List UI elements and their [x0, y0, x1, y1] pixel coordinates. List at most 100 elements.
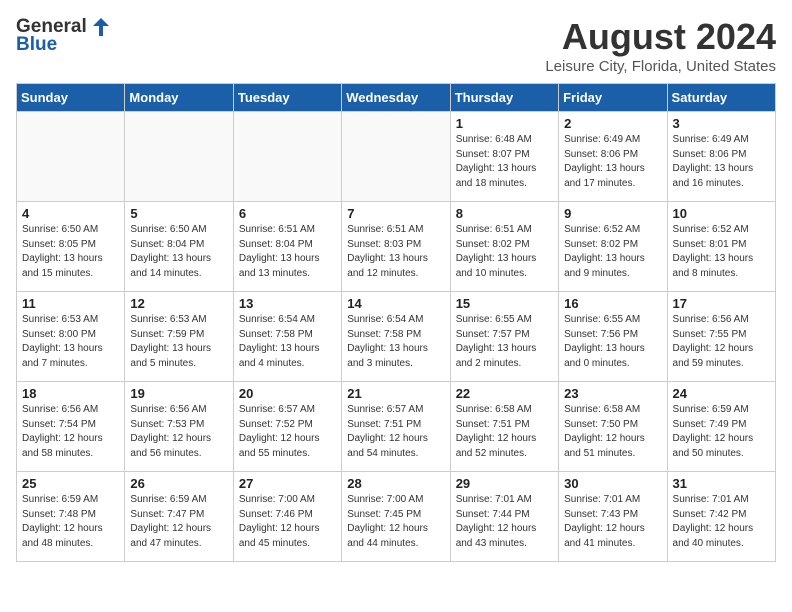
day-info: Sunrise: 6:55 AM Sunset: 7:57 PM Dayligh…: [456, 313, 553, 371]
table-row: 3 Sunrise: 6:49 AM Sunset: 8:06 PM Daylig…: [667, 112, 775, 202]
day-info: Sunrise: 6:57 AM Sunset: 7:51 PM Dayligh…: [347, 403, 444, 461]
day-info: Sunrise: 6:49 AM Sunset: 8:06 PM Dayligh…: [673, 133, 770, 191]
day-info: Sunrise: 6:50 AM Sunset: 8:04 PM Dayligh…: [130, 223, 227, 281]
day-number: 3: [673, 116, 770, 131]
day-number: 31: [673, 476, 770, 491]
day-number: 5: [130, 206, 227, 221]
day-info: Sunrise: 6:54 AM Sunset: 7:58 PM Dayligh…: [347, 313, 444, 371]
day-info: Sunrise: 6:52 AM Sunset: 8:02 PM Dayligh…: [564, 223, 661, 281]
day-info: Sunrise: 6:58 AM Sunset: 7:50 PM Dayligh…: [564, 403, 661, 461]
day-number: 11: [22, 296, 119, 311]
day-number: 16: [564, 296, 661, 311]
table-row: 10 Sunrise: 6:52 AM Sunset: 8:01 PM Dayli…: [667, 202, 775, 292]
logo-blue: Blue: [16, 34, 57, 56]
day-number: 13: [239, 296, 336, 311]
table-row: 8 Sunrise: 6:51 AM Sunset: 8:02 PM Daylig…: [450, 202, 558, 292]
day-info: Sunrise: 7:01 AM Sunset: 7:43 PM Dayligh…: [564, 493, 661, 551]
calendar-week-row: 4 Sunrise: 6:50 AM Sunset: 8:05 PM Daylig…: [17, 202, 776, 292]
title-area: August 2024 Leisure City, Florida, Unite…: [545, 16, 776, 75]
table-row: 21 Sunrise: 6:57 AM Sunset: 7:51 PM Dayli…: [342, 382, 450, 472]
day-number: 24: [673, 386, 770, 401]
calendar-week-row: 18Sunrise: 6:56 AM Sunset: 7:54 PM Dayli…: [17, 382, 776, 472]
day-number: 12: [130, 296, 227, 311]
day-info: Sunrise: 6:53 AM Sunset: 8:00 PM Dayligh…: [22, 313, 119, 371]
col-saturday: Saturday: [667, 84, 775, 112]
table-row: 12 Sunrise: 6:53 AM Sunset: 7:59 PM Dayli…: [125, 292, 233, 382]
table-row: 24 Sunrise: 6:59 AM Sunset: 7:49 PM Dayli…: [667, 382, 775, 472]
day-number: 26: [130, 476, 227, 491]
day-info: Sunrise: 7:01 AM Sunset: 7:44 PM Dayligh…: [456, 493, 553, 551]
table-row: 17Sunrise: 6:56 AM Sunset: 7:55 PM Dayli…: [667, 292, 775, 382]
day-number: 28: [347, 476, 444, 491]
table-row: 29Sunrise: 7:01 AM Sunset: 7:44 PM Dayli…: [450, 472, 558, 562]
day-info: Sunrise: 6:54 AM Sunset: 7:58 PM Dayligh…: [239, 313, 336, 371]
table-row: 23 Sunrise: 6:58 AM Sunset: 7:50 PM Dayli…: [559, 382, 667, 472]
day-info: Sunrise: 7:00 AM Sunset: 7:46 PM Dayligh…: [239, 493, 336, 551]
day-number: 6: [239, 206, 336, 221]
table-row: 14Sunrise: 6:54 AM Sunset: 7:58 PM Dayli…: [342, 292, 450, 382]
day-info: Sunrise: 6:52 AM Sunset: 8:01 PM Dayligh…: [673, 223, 770, 281]
calendar-week-row: 11 Sunrise: 6:53 AM Sunset: 8:00 PM Dayli…: [17, 292, 776, 382]
table-row: 19Sunrise: 6:56 AM Sunset: 7:53 PM Dayli…: [125, 382, 233, 472]
table-row: 16 Sunrise: 6:55 AM Sunset: 7:56 PM Dayli…: [559, 292, 667, 382]
day-number: 25: [22, 476, 119, 491]
day-info: Sunrise: 7:01 AM Sunset: 7:42 PM Dayligh…: [673, 493, 770, 551]
day-info: Sunrise: 6:59 AM Sunset: 7:47 PM Dayligh…: [130, 493, 227, 551]
day-number: 8: [456, 206, 553, 221]
logo: General Blue: [16, 16, 111, 56]
day-number: 2: [564, 116, 661, 131]
day-number: 9: [564, 206, 661, 221]
day-info: Sunrise: 6:57 AM Sunset: 7:52 PM Dayligh…: [239, 403, 336, 461]
day-number: 20: [239, 386, 336, 401]
day-number: 1: [456, 116, 553, 131]
calendar-header-row: Sunday Monday Tuesday Wednesday Thursday…: [17, 84, 776, 112]
table-row: 2 Sunrise: 6:49 AM Sunset: 8:06 PM Daylig…: [559, 112, 667, 202]
day-info: Sunrise: 6:55 AM Sunset: 7:56 PM Dayligh…: [564, 313, 661, 371]
table-row: [17, 112, 125, 202]
day-number: 23: [564, 386, 661, 401]
table-row: 5 Sunrise: 6:50 AM Sunset: 8:04 PM Daylig…: [125, 202, 233, 292]
day-info: Sunrise: 6:58 AM Sunset: 7:51 PM Dayligh…: [456, 403, 553, 461]
day-info: Sunrise: 6:48 AM Sunset: 8:07 PM Dayligh…: [456, 133, 553, 191]
table-row: 13 Sunrise: 6:54 AM Sunset: 7:58 PM Dayli…: [233, 292, 341, 382]
col-tuesday: Tuesday: [233, 84, 341, 112]
table-row: 1 Sunrise: 6:48 AM Sunset: 8:07 PM Daylig…: [450, 112, 558, 202]
day-number: 10: [673, 206, 770, 221]
day-info: Sunrise: 7:00 AM Sunset: 7:45 PM Dayligh…: [347, 493, 444, 551]
calendar-table: Sunday Monday Tuesday Wednesday Thursday…: [16, 83, 776, 562]
day-number: 30: [564, 476, 661, 491]
calendar-week-row: 1 Sunrise: 6:48 AM Sunset: 8:07 PM Daylig…: [17, 112, 776, 202]
logo-icon: [89, 16, 111, 38]
day-number: 7: [347, 206, 444, 221]
table-row: 15 Sunrise: 6:55 AM Sunset: 7:57 PM Dayli…: [450, 292, 558, 382]
day-info: Sunrise: 6:59 AM Sunset: 7:49 PM Dayligh…: [673, 403, 770, 461]
day-number: 21: [347, 386, 444, 401]
col-friday: Friday: [559, 84, 667, 112]
calendar-subtitle: Leisure City, Florida, United States: [545, 58, 776, 75]
day-number: 15: [456, 296, 553, 311]
day-info: Sunrise: 6:49 AM Sunset: 8:06 PM Dayligh…: [564, 133, 661, 191]
table-row: 27 Sunrise: 7:00 AM Sunset: 7:46 PM Dayli…: [233, 472, 341, 562]
table-row: 18Sunrise: 6:56 AM Sunset: 7:54 PM Dayli…: [17, 382, 125, 472]
calendar-title: August 2024: [545, 16, 776, 58]
calendar-week-row: 25Sunrise: 6:59 AM Sunset: 7:48 PM Dayli…: [17, 472, 776, 562]
day-info: Sunrise: 6:53 AM Sunset: 7:59 PM Dayligh…: [130, 313, 227, 371]
day-number: 4: [22, 206, 119, 221]
day-number: 27: [239, 476, 336, 491]
table-row: [233, 112, 341, 202]
table-row: 11 Sunrise: 6:53 AM Sunset: 8:00 PM Dayli…: [17, 292, 125, 382]
table-row: 22 Sunrise: 6:58 AM Sunset: 7:51 PM Dayli…: [450, 382, 558, 472]
day-info: Sunrise: 6:51 AM Sunset: 8:04 PM Dayligh…: [239, 223, 336, 281]
table-row: 7 Sunrise: 6:51 AM Sunset: 8:03 PM Daylig…: [342, 202, 450, 292]
col-monday: Monday: [125, 84, 233, 112]
day-info: Sunrise: 6:51 AM Sunset: 8:02 PM Dayligh…: [456, 223, 553, 281]
table-row: 30 Sunrise: 7:01 AM Sunset: 7:43 PM Dayli…: [559, 472, 667, 562]
day-number: 22: [456, 386, 553, 401]
table-row: 28 Sunrise: 7:00 AM Sunset: 7:45 PM Dayli…: [342, 472, 450, 562]
day-info: Sunrise: 6:56 AM Sunset: 7:55 PM Dayligh…: [673, 313, 770, 371]
day-info: Sunrise: 6:50 AM Sunset: 8:05 PM Dayligh…: [22, 223, 119, 281]
table-row: [342, 112, 450, 202]
table-row: 9 Sunrise: 6:52 AM Sunset: 8:02 PM Daylig…: [559, 202, 667, 292]
day-info: Sunrise: 6:51 AM Sunset: 8:03 PM Dayligh…: [347, 223, 444, 281]
day-info: Sunrise: 6:56 AM Sunset: 7:54 PM Dayligh…: [22, 403, 119, 461]
